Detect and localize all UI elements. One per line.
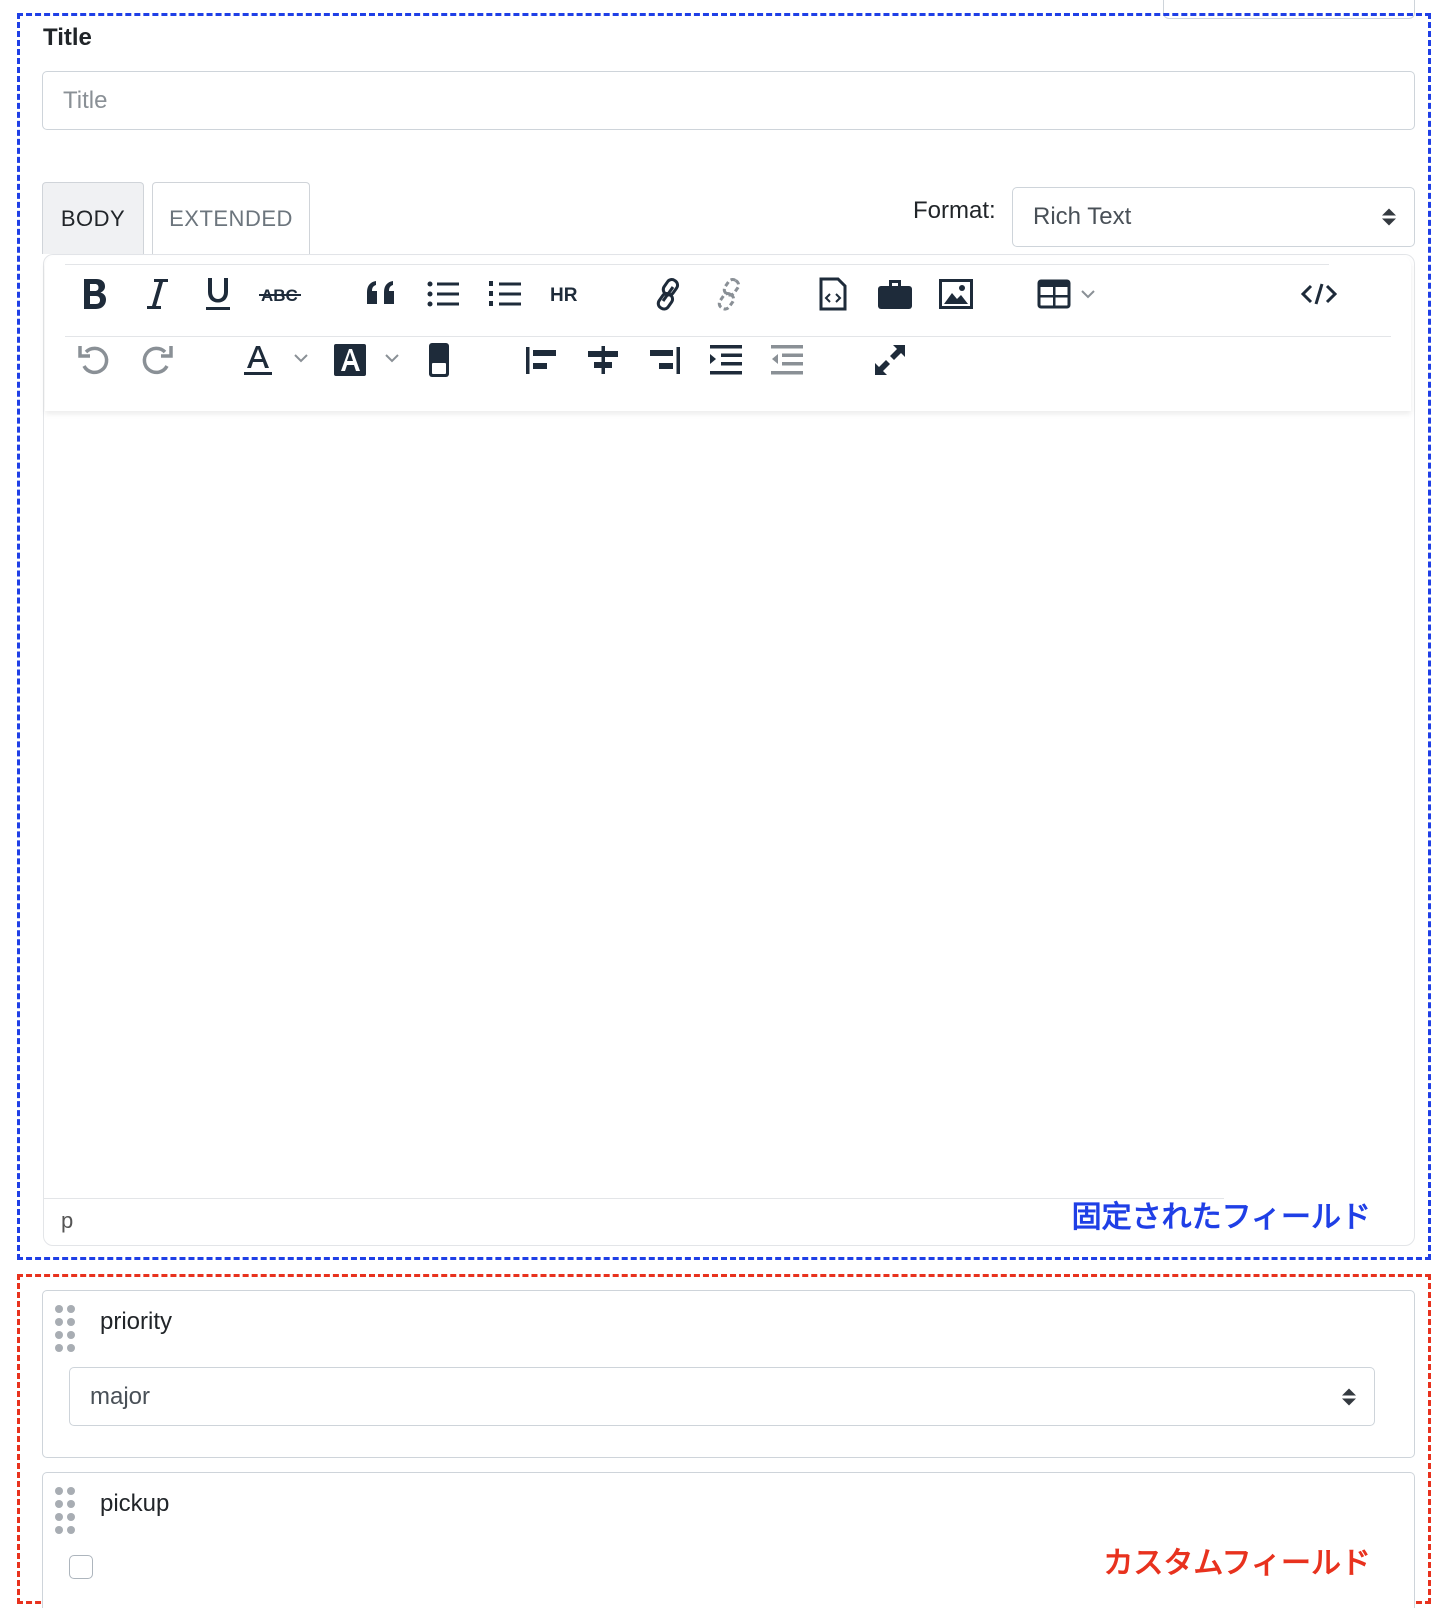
undo-icon[interactable]	[75, 340, 115, 380]
horizontal-rule-icon[interactable]: HR	[545, 274, 585, 314]
pickup-checkbox[interactable]	[69, 1555, 93, 1579]
indent-icon[interactable]	[706, 340, 746, 380]
image-icon[interactable]	[936, 274, 976, 314]
italic-icon[interactable]	[137, 274, 177, 314]
bold-icon[interactable]	[75, 274, 115, 314]
highlight-icon[interactable]	[419, 340, 459, 380]
editor-toolbar: ABC HR	[45, 256, 1411, 411]
toolbar-divider	[65, 264, 1329, 265]
custom-field-panel-priority: priority major	[42, 1290, 1415, 1458]
editor-status-bar	[44, 1198, 1224, 1245]
background-color-icon[interactable]	[330, 340, 410, 380]
blockquote-icon[interactable]	[362, 274, 402, 314]
bullet-list-icon[interactable]	[423, 274, 463, 314]
drag-handle-icon[interactable]	[55, 1305, 75, 1352]
drag-handle-icon[interactable]	[55, 1487, 75, 1534]
code-file-icon[interactable]	[813, 274, 853, 314]
format-label: Format:	[913, 197, 996, 224]
redo-icon[interactable]	[136, 340, 176, 380]
title-label: Title	[43, 24, 92, 51]
svg-text:HR: HR	[550, 285, 578, 306]
align-center-icon[interactable]	[583, 340, 623, 380]
numbered-list-icon[interactable]	[485, 274, 525, 314]
text-color-icon[interactable]	[239, 340, 319, 380]
select-caret-icon	[1382, 208, 1396, 226]
underline-icon[interactable]	[198, 274, 238, 314]
element-path[interactable]: p	[61, 1208, 73, 1234]
link-icon[interactable]	[648, 274, 688, 314]
format-select[interactable]: Rich Text	[1012, 187, 1415, 247]
custom-fields-annotation: カスタムフィールド	[1103, 1547, 1371, 1580]
table-icon[interactable]	[1035, 274, 1105, 314]
format-select-value: Rich Text	[1033, 203, 1132, 230]
priority-label: priority	[100, 1308, 173, 1335]
outdent-icon[interactable]	[767, 340, 807, 380]
strikethrough-icon[interactable]: ABC	[259, 274, 303, 314]
source-code-icon[interactable]	[1299, 274, 1339, 314]
unlink-icon[interactable]	[709, 274, 749, 314]
priority-select-value: major	[90, 1382, 151, 1410]
title-input[interactable]	[42, 71, 1415, 130]
tab-extended[interactable]: EXTENDED	[152, 182, 310, 254]
fullscreen-icon[interactable]	[870, 340, 910, 380]
toolbar-divider	[65, 336, 1391, 337]
align-right-icon[interactable]	[645, 340, 685, 380]
select-caret-icon	[1342, 1388, 1356, 1405]
align-left-icon[interactable]	[521, 340, 561, 380]
editor-content-area[interactable]	[46, 412, 1412, 1196]
priority-select[interactable]: major	[69, 1367, 1375, 1426]
briefcase-icon[interactable]	[875, 274, 915, 314]
fixed-fields-annotation: 固定されたフィールド	[1071, 1201, 1371, 1234]
pickup-label: pickup	[100, 1490, 170, 1517]
tab-body[interactable]: BODY	[42, 182, 144, 254]
